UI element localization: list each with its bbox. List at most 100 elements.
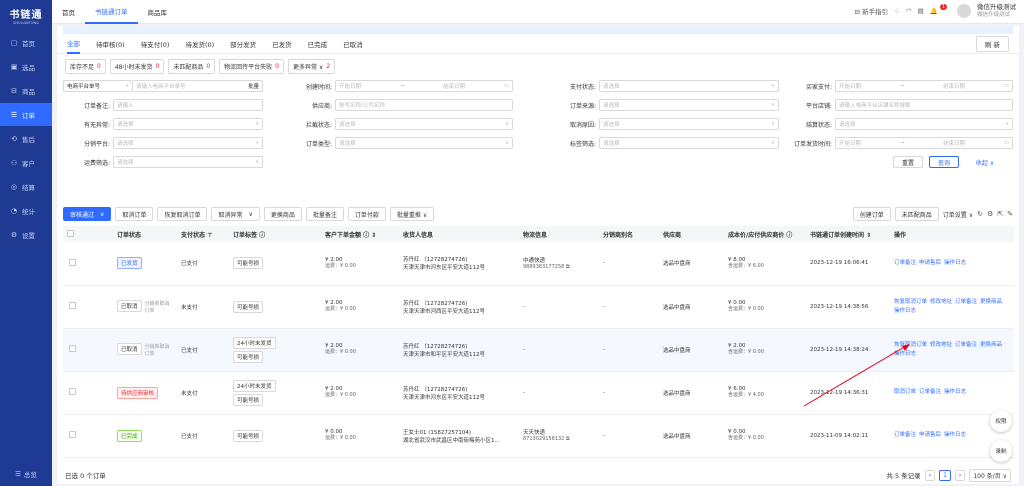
page-1-button[interactable]: 1 [939,469,951,481]
row-action-link[interactable]: 取消订单 [894,389,916,395]
edit-icon[interactable]: ✎ [1007,210,1013,218]
tab-orders[interactable]: 书链通订单 [85,0,138,24]
sidebar-item-orders[interactable]: ☰ 订单 [0,103,52,126]
tab-home[interactable]: 首页 [52,0,85,24]
batch-remark-button[interactable]: 批量备注 [305,207,344,221]
order-no-input[interactable]: 请输入电商平台单号 批量 [133,80,263,92]
row-action-link[interactable]: 订单备注 [955,342,977,348]
row-action-link[interactable]: 恢复取消订单 [894,342,927,348]
page-size-select[interactable]: 100 条/页 ∨ [969,468,1011,482]
sidebar-item-settings[interactable]: ⚙ 设置 [0,223,52,246]
order-settings-dropdown[interactable]: 订单设置 ∨ [943,210,973,219]
status-tab[interactable]: 待审核(0) [96,34,125,54]
exception-chip[interactable]: 48小时未发货 0 [109,59,165,74]
row-action-link[interactable]: 操作日志 [944,389,966,395]
status-tab[interactable]: 待支付(0) [141,34,170,54]
reset-button[interactable]: 重置 [893,156,923,168]
unmatched-goods-button[interactable]: 未匹配商品 [894,207,939,221]
order-source-select[interactable]: 请选择 ∨ [599,99,779,111]
status-tab[interactable]: 全部 [67,34,80,54]
sidebar-item-selection[interactable]: ▣ 选品 [0,55,52,78]
change-goods-button[interactable]: 更换商品 [263,207,302,221]
permissions-float-button[interactable]: 权限 [990,410,1012,432]
order-pay-button[interactable]: 订单付款 [347,207,386,221]
order-no-type-select[interactable]: 电商平台单号 ∨ [63,80,133,92]
tab-product-library[interactable]: 商品库 [138,0,178,24]
row-action-link[interactable]: 更换商品 [980,299,1002,305]
row-action-link[interactable]: 订单备注 [894,260,916,266]
row-action-link[interactable]: 更换商品 [980,342,1002,348]
restore-cancel-button[interactable]: 恢复取消订单 [157,207,208,221]
sidebar-item-settlement[interactable]: ◎ 结算 [0,175,52,198]
help-icon[interactable]: ⓘ [786,232,792,239]
exception-chip[interactable]: 库存不足 0 [65,59,106,74]
avatar[interactable] [957,4,971,19]
next-page-button[interactable]: › [954,469,966,481]
help-icon[interactable]: ⓘ [363,232,369,239]
row-action-link[interactable]: 修改地址 [930,342,952,348]
row-checkbox[interactable] [69,258,76,266]
headset-icon[interactable]: ◠ [906,7,912,15]
doc-icon[interactable]: ▤ [918,7,924,15]
row-action-link[interactable]: 操作日志 [894,308,916,314]
row-action-link[interactable]: 申请售后 [919,432,941,438]
row-action-link[interactable]: 操作日志 [944,432,966,438]
filter-icon[interactable]: ⊤ [207,232,212,239]
sidebar-item-home[interactable]: ▢ 首页 [0,31,52,54]
app-logo[interactable]: 书链通 SHULIANTONG [0,0,52,30]
sidebar-item-after-sales[interactable]: ⟲ 售后 [0,127,52,150]
row-checkbox[interactable] [69,345,76,352]
help-icon[interactable]: ⓘ [259,232,265,239]
sidebar-item-customers[interactable]: ⚇ 客户 [0,151,52,174]
refresh-button[interactable]: 刷 新 [975,35,1009,52]
platform-store-input[interactable]: 请输入电商平台店铺名称搜索 [835,99,1013,111]
buyer-pay-range[interactable]: 开始日期 → 结束日期 ▭ [835,80,1013,92]
row-action-link[interactable]: 修改地址 [930,299,952,305]
row-action-link[interactable]: 订单备注 [955,299,977,305]
overview-button[interactable]: ☰ 总览 [0,466,52,482]
exception-chip[interactable]: 未匹配商品 0 [168,59,216,74]
create-order-button[interactable]: 创建订单 [852,207,891,221]
sort-icon[interactable]: ⇕ [371,232,376,239]
status-tab[interactable]: 已完成 [308,34,328,54]
row-checkbox[interactable] [69,302,76,309]
status-tab[interactable]: 已发货 [272,34,292,54]
prev-page-button[interactable]: ‹ [924,469,936,481]
exception-chip[interactable]: 物流回传平台失败 0 [219,59,284,74]
refresh-icon[interactable]: ↻ [977,210,983,218]
cancel-order-button[interactable]: 取消订单 [115,207,154,221]
create-time-range[interactable]: 开始日期 → 结束日期 ▭ [335,80,513,92]
row-action-link[interactable]: 订单备注 [894,432,916,438]
copy-icon[interactable]: ⧉ [566,264,570,270]
distribute-platform-select[interactable]: 请选择 ∨ [113,137,263,149]
row-checkbox[interactable] [69,388,76,395]
order-remark-input[interactable]: 请输入 [113,99,263,111]
record-float-button[interactable]: 录制 [990,440,1012,462]
pay-status-select[interactable]: 请选择 ∨ [599,80,779,92]
freight-filter-select[interactable]: 请选择 ∨ [113,156,263,168]
status-tab[interactable]: 部分发货 [230,34,256,54]
has-exception-select[interactable]: 请选择 ∨ [113,118,263,130]
status-tab[interactable]: 已取消 [343,34,363,54]
cancel-reason-select[interactable]: 请选择 ∨ [599,118,779,130]
bell-icon[interactable]: 🔔 [930,7,938,15]
row-action-link[interactable]: 订单备注 [919,389,941,395]
intercept-status-select[interactable]: 请选择 ∨ [335,118,513,130]
batch-push-button[interactable]: 批量重推 ∨ [389,207,435,221]
tshirt-icon[interactable]: ♢ [894,7,900,15]
tag-filter-select[interactable]: 请选择 ∨ [599,137,779,149]
ship-time-range[interactable]: 开始日期 → 结束日期 ▭ [835,137,1013,149]
guide-link[interactable]: ⊟ 新手指引 [855,6,889,16]
select-all-checkbox[interactable] [67,229,74,237]
cancel-exception-button[interactable]: 取消异常 ∨ [211,207,260,221]
row-action-link[interactable]: 操作日志 [944,260,966,266]
row-action-link[interactable]: 申请售后 [919,260,941,266]
row-action-link[interactable]: 恢复取消订单 [894,299,927,305]
sidebar-item-statistics[interactable]: ◔ 统计 [0,199,52,222]
approve-button[interactable]: 审核通过 ∨ [63,207,112,221]
status-tab[interactable]: 待发货(0) [185,34,214,54]
order-type-select[interactable]: 请选择 ∨ [335,137,513,149]
sidebar-item-goods[interactable]: ⊟ 商品 [0,79,52,102]
row-checkbox[interactable] [69,431,76,438]
settle-status-select[interactable]: 请选择 ∨ [835,118,1013,130]
